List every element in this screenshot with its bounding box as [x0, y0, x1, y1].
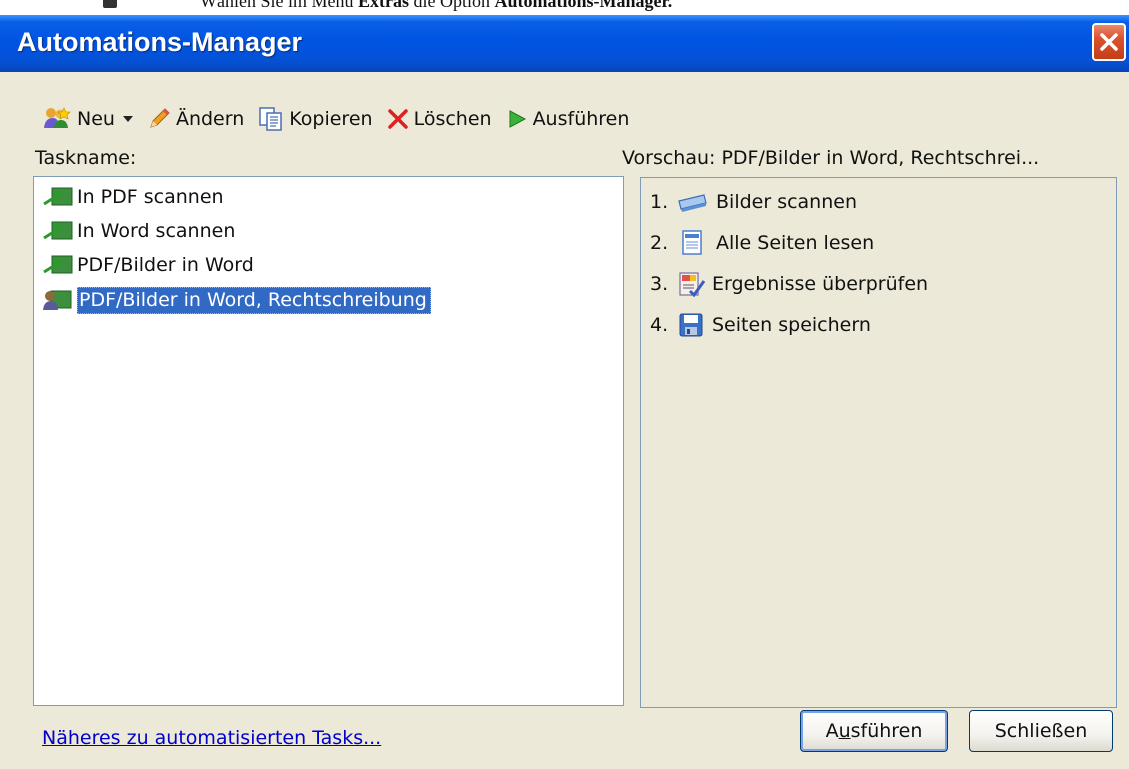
- preview-step: 2. Alle Seiten lesen: [650, 230, 875, 255]
- play-icon: [509, 110, 526, 128]
- close-dialog-button[interactable]: Schließen: [969, 710, 1113, 752]
- title-bar[interactable]: Automations-Manager: [0, 15, 1129, 72]
- preview-header: Vorschau: PDF/Bilder in Word, Rechtschre…: [622, 147, 1040, 169]
- toolbar: Neu Ändern Kopieren Löschen Ausführen: [42, 103, 643, 135]
- new-task-label: Neu: [77, 108, 115, 130]
- page-icon: [682, 230, 702, 255]
- run-task-toolbar-button[interactable]: Ausführen: [506, 108, 630, 130]
- preview-step: 3. Ergebnisse überprüfen: [650, 272, 929, 297]
- delete-task-button[interactable]: Löschen: [387, 108, 492, 130]
- delete-task-label: Löschen: [413, 108, 492, 130]
- document-instruction: Wählen Sie im Menü Extras die Option Aut…: [200, 0, 673, 11]
- preview-panel: 1. Bilder scannen 2. Alle Seiten lesen 3…: [640, 177, 1117, 708]
- document-background: Wählen Sie im Menü Extras die Option Aut…: [0, 0, 1129, 16]
- task-arrow-icon: [43, 221, 73, 240]
- task-arrow-icon: [43, 187, 73, 206]
- task-list-item[interactable]: PDF/Bilder in Word: [42, 250, 254, 280]
- new-task-icon: [44, 107, 71, 128]
- edit-task-button[interactable]: Ändern: [147, 107, 244, 131]
- delete-icon: [387, 109, 408, 129]
- window-title: Automations-Manager: [17, 27, 303, 57]
- close-icon: [1100, 33, 1118, 51]
- verify-icon: [679, 272, 706, 297]
- bullet-icon: [103, 0, 117, 8]
- preview-step: 1. Bilder scannen: [650, 191, 857, 213]
- run-task-toolbar-label: Ausführen: [532, 108, 630, 130]
- task-list-header: Taskname:: [35, 147, 137, 169]
- copy-task-button[interactable]: Kopieren: [258, 106, 373, 132]
- help-link[interactable]: Näheres zu automatisierten Tasks...: [42, 727, 381, 749]
- preview-step: 4. Seiten speichern: [650, 313, 871, 337]
- task-list-item[interactable]: In PDF scannen: [42, 182, 224, 212]
- run-button[interactable]: Au sführen: [800, 710, 948, 752]
- edit-task-label: Ändern: [175, 108, 245, 130]
- task-list[interactable]: In PDF scannen In Word scannen PDF/Bilde…: [33, 176, 624, 706]
- automation-manager-dialog: Automations-Manager Neu Ändern Kopieren …: [0, 15, 1129, 769]
- chevron-down-icon[interactable]: [122, 115, 133, 123]
- copy-task-label: Kopieren: [289, 108, 373, 130]
- close-button[interactable]: [1092, 23, 1126, 61]
- copy-icon: [259, 107, 283, 131]
- task-list-item[interactable]: In Word scannen: [42, 216, 235, 246]
- new-task-button[interactable]: Neu: [42, 106, 115, 132]
- custom-task-icon: [43, 290, 72, 310]
- pencil-icon: [150, 108, 170, 128]
- scanner-icon: [678, 194, 707, 212]
- task-list-item-selected[interactable]: PDF/Bilder in Word, Rechtschreibung: [42, 285, 431, 315]
- task-arrow-icon: [43, 255, 73, 274]
- floppy-disk-icon: [679, 313, 703, 337]
